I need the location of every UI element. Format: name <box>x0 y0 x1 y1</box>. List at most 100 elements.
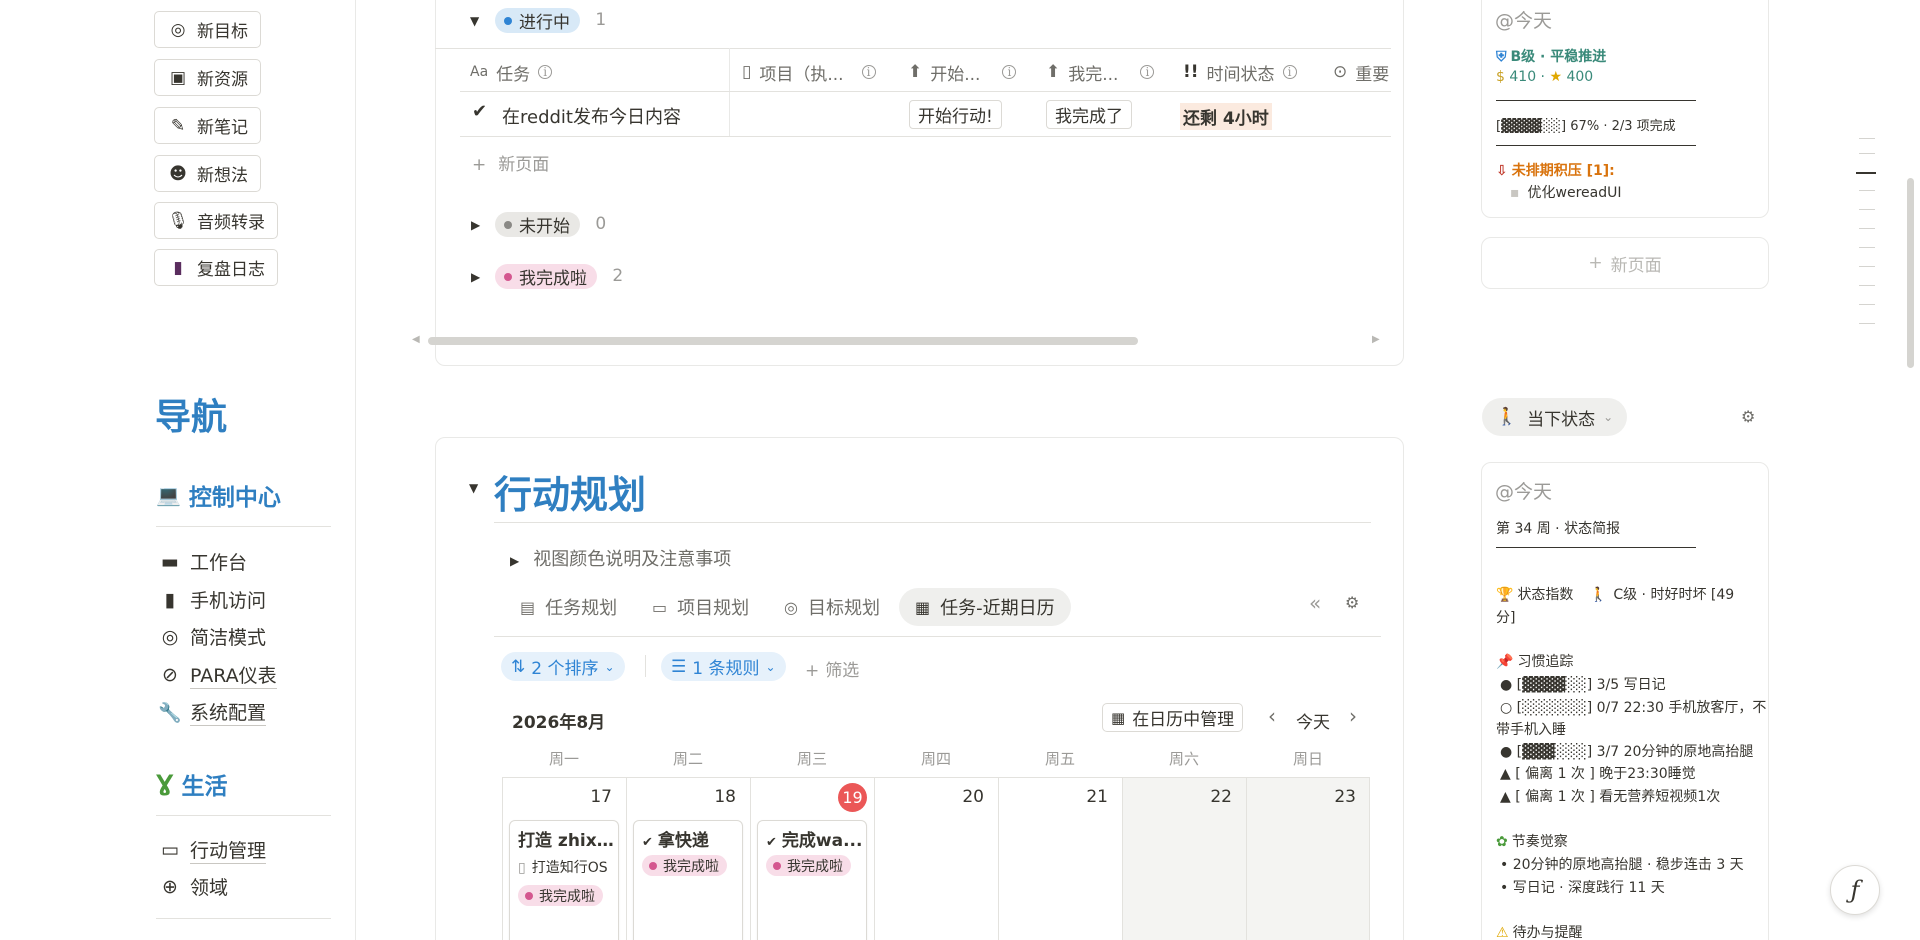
scroll-left-icon[interactable]: ◀ <box>412 334 420 345</box>
start-action-button[interactable]: 开始行动! <box>909 100 1002 129</box>
nav-workbench[interactable]: ▬ 工作台 <box>158 548 247 575</box>
collapse-triangle-icon[interactable]: ▼ <box>469 481 478 495</box>
scroll-right-icon[interactable]: ▶ <box>1372 334 1380 345</box>
horizontal-scrollbar[interactable] <box>428 337 1138 345</box>
mark-done-button[interactable]: 我完成了 <box>1046 100 1132 129</box>
divider <box>156 918 331 919</box>
collapse-views-icon[interactable]: « <box>1309 591 1321 615</box>
column-header-time-status[interactable]: !! 时间状态 i <box>1183 55 1297 89</box>
rule-filter-button[interactable]: ☰ 1 条规则 ⌄ <box>661 652 786 681</box>
outline-marker[interactable] <box>1859 304 1875 305</box>
status-pill: 进行中 <box>495 8 580 33</box>
settings-sliders-icon[interactable]: ⚙ <box>1345 593 1359 612</box>
column-header-start[interactable]: ⬆ 开始... i <box>908 55 1017 89</box>
column-header-importance[interactable]: ⊙ 重要 <box>1333 55 1391 89</box>
text-property-icon: Aa <box>470 64 489 80</box>
review-log-button[interactable]: ▮ 复盘日志 <box>154 249 278 286</box>
outline-marker[interactable] <box>1859 228 1875 229</box>
outline-marker[interactable] <box>1859 247 1875 248</box>
life-heading[interactable]: Ɣ 生活 <box>156 767 227 801</box>
nav-system-config[interactable]: 🔧 系统配置 <box>158 698 267 726</box>
nav-simple-mode[interactable]: ◎ 简洁模式 <box>158 623 266 650</box>
today-button[interactable]: 今天 <box>1296 708 1330 733</box>
control-center-heading[interactable]: 💻 控制中心 <box>156 478 281 512</box>
new-page-button[interactable]: + 新页面 <box>1481 237 1769 289</box>
button-property-icon: ⬆ <box>1046 62 1061 82</box>
rhythm-heading: ✿ 节奏觉察 <box>1496 834 1568 850</box>
new-resource-button[interactable]: ▣ 新资源 <box>154 59 261 96</box>
chevron-down-icon: ⌄ <box>765 659 776 674</box>
outline-marker[interactable] <box>1859 266 1875 267</box>
nav-action-management[interactable]: ▭ 行动管理 <box>158 836 267 864</box>
sort-button[interactable]: ⇅ 2 个排序 ⌄ <box>501 652 625 681</box>
nav-domains[interactable]: ⊕ 领域 <box>158 873 228 900</box>
calendar-task-card[interactable]: 打造 zhixi... ▯ 打造知行OS 我完成啦 <box>509 820 619 940</box>
sprout-icon: Ɣ <box>156 771 174 797</box>
todo-heading: ⚠ 待办与提醒 <box>1496 925 1583 940</box>
plus-icon: + <box>1588 253 1603 273</box>
outline-marker[interactable] <box>1859 190 1875 191</box>
today-mention[interactable]: @今天 <box>1495 477 1552 504</box>
tab-goal-plan[interactable]: ◎ 目标规划 <box>772 588 892 626</box>
divider <box>494 636 1381 637</box>
outline-marker[interactable] <box>1859 138 1875 139</box>
calendar-task-card[interactable]: ✔ 完成wa... 我完成啦 <box>757 820 867 940</box>
tab-project-plan[interactable]: ▭ 项目规划 <box>640 588 761 626</box>
list-icon: ▭ <box>652 597 668 617</box>
backlog-item[interactable]: ▪ 优化wereadUI <box>1510 182 1621 202</box>
backlog-heading: ⇩ 未排期积压 [1]: <box>1496 163 1615 179</box>
prev-month-icon[interactable]: ‹ <box>1268 704 1276 728</box>
habit-item: ● [▓▓▓░░░] 3/7 20分钟的原地高抬腿 <box>1500 744 1754 760</box>
calendar-task-card[interactable]: ✔ 拿快递 我完成啦 <box>633 820 743 940</box>
group-completed[interactable]: 我完成啦 2 <box>495 264 623 289</box>
outline-marker[interactable] <box>1859 209 1875 210</box>
rhythm-item: • 20分钟的原地高抬腿 · 稳步连击 3 天 <box>1500 857 1744 873</box>
level-line: ⛨ B级 · 平稳推进 <box>1496 49 1607 65</box>
vertical-scrollbar[interactable] <box>1907 178 1914 368</box>
tab-task-calendar[interactable]: ▦ 任务-近期日历 <box>899 588 1071 626</box>
expand-triangle-icon[interactable]: ▶ <box>471 270 480 284</box>
outline-marker-active[interactable] <box>1856 172 1876 174</box>
day-number: 20 <box>962 787 984 807</box>
new-page-row[interactable]: + 新页面 <box>472 150 549 175</box>
legend-toggle[interactable]: ▶ 视图颜色说明及注意事项 <box>510 545 731 571</box>
tab-task-plan[interactable]: ▤ 任务规划 <box>508 588 629 626</box>
info-icon: i <box>1282 65 1297 79</box>
add-filter-button[interactable]: + 筛选 <box>805 656 859 681</box>
outline-marker[interactable] <box>1859 153 1875 154</box>
nav-para-dashboard[interactable]: ⊘ PARA仪表 <box>158 661 277 689</box>
info-icon: i <box>1140 65 1155 79</box>
audio-transcribe-button[interactable]: 🎙 音频转录 <box>154 202 278 239</box>
divider <box>156 526 331 527</box>
outline-marker[interactable] <box>1859 285 1875 286</box>
new-goal-button[interactable]: ◎ 新目标 <box>154 11 261 48</box>
today-mention[interactable]: @今天 <box>1495 6 1552 33</box>
sort-icon: ⇅ <box>511 656 526 677</box>
status-index-line: 🏆 状态指数 🚶 C级 · 时好时坏 [49 <box>1496 587 1735 603</box>
calendar-icon: ▦ <box>915 597 931 617</box>
select-property-icon: ⊙ <box>1333 62 1348 82</box>
group-count: 2 <box>612 265 624 286</box>
new-idea-button[interactable]: ☻ 新想法 <box>154 155 261 192</box>
task-row-title[interactable]: 在reddit发布今日内容 <box>502 103 681 129</box>
expand-triangle-icon[interactable]: ▶ <box>471 218 480 232</box>
column-header-done[interactable]: ⬆ 我完... i <box>1046 55 1155 89</box>
group-not-started[interactable]: 未开始 0 <box>495 212 606 237</box>
week-title: 第 34 周 · 状态简报 <box>1496 521 1621 537</box>
outline-marker[interactable] <box>1859 323 1875 324</box>
habit-item: ○ [░░░░░░] 0/7 22:30 手机放客厅，不 <box>1500 700 1767 716</box>
settings-sliders-icon[interactable]: ⚙ <box>1741 407 1755 426</box>
assistant-icon[interactable]: ƒ <box>1830 865 1880 915</box>
group-in-progress[interactable]: 进行中 1 <box>495 8 606 33</box>
manage-in-calendar-button[interactable]: ▦ 在日历中管理 <box>1102 703 1244 732</box>
column-header-project[interactable]: ▯ 项目（执... i <box>742 55 876 89</box>
nav-mobile[interactable]: ▮ 手机访问 <box>158 586 266 613</box>
column-header-task[interactable]: Aa 任务 i <box>470 55 553 89</box>
collapse-triangle-icon[interactable]: ▼ <box>470 14 479 28</box>
next-month-icon[interactable]: › <box>1349 704 1357 728</box>
weekday-label: 周二 <box>672 750 703 768</box>
new-note-button[interactable]: ✎ 新笔记 <box>154 107 261 144</box>
divider <box>156 815 331 816</box>
group-count: 0 <box>595 213 607 234</box>
current-state-button[interactable]: 🚶 当下状态 ⌄ <box>1482 398 1628 436</box>
